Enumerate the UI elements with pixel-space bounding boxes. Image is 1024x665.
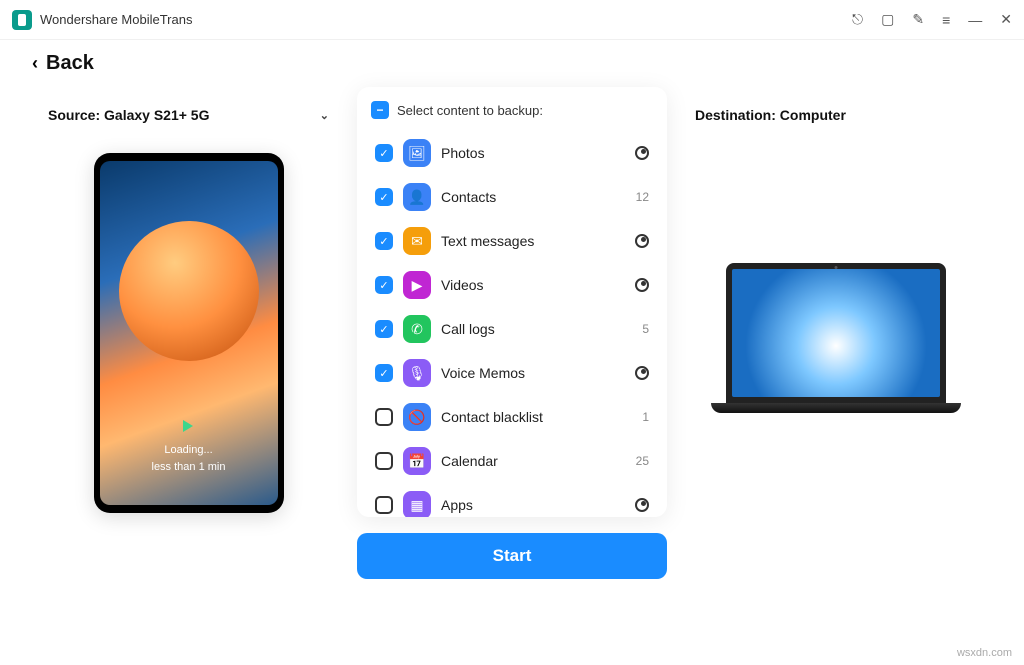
item-label: Contact blacklist [441, 409, 632, 425]
loading-spinner-icon [635, 498, 649, 512]
item-type-icon: ▦ [403, 491, 431, 517]
list-item[interactable]: ✓ 🖼 Photos [371, 131, 653, 175]
item-type-icon: 🎙 [403, 359, 431, 387]
source-dropdown[interactable]: Source: Galaxy S21+ 5G ⌄ [40, 87, 337, 153]
item-checkbox[interactable]: ✓ [375, 320, 393, 338]
minimize-icon[interactable]: — [968, 12, 982, 28]
app-title: Wondershare MobileTrans [40, 12, 852, 27]
menu-icon[interactable]: ≡ [942, 12, 950, 28]
list-item[interactable]: ✓ 🎙 Voice Memos [371, 351, 653, 395]
item-checkbox[interactable]: ✓ [375, 276, 393, 294]
loading-spinner-icon [635, 366, 649, 380]
app-logo-icon [12, 10, 32, 30]
list-item[interactable]: ✓ ▶ Videos [371, 263, 653, 307]
item-checkbox[interactable]: ✓ [375, 364, 393, 382]
item-checkbox[interactable] [375, 408, 393, 426]
back-button[interactable]: ‹ Back [0, 40, 1024, 87]
content-list-card: − Select content to backup: ✓ 🖼 Photos ✓ 👤 Co… [357, 87, 667, 517]
item-count: 1 [642, 410, 649, 424]
loading-spinner-icon [635, 278, 649, 292]
start-button[interactable]: Start [357, 533, 667, 579]
window-controls: ⎋ ▢ ✎ ≡ — ✕ [852, 11, 1012, 28]
item-type-icon: ▶ [403, 271, 431, 299]
item-label: Calendar [441, 453, 626, 469]
list-item[interactable]: ✓ 👤 Contacts 12 [371, 175, 653, 219]
list-item[interactable]: ✓ ✆ Call logs 5 [371, 307, 653, 351]
title-bar: Wondershare MobileTrans ⎋ ▢ ✎ ≡ — ✕ [0, 0, 1024, 40]
eta-text: less than 1 min [152, 459, 226, 476]
destination-panel: Destination: Computer [687, 87, 984, 413]
item-count: 12 [636, 190, 649, 204]
source-phone-illustration: Loading... less than 1 min [94, 153, 284, 513]
loading-spinner-icon [635, 234, 649, 248]
item-label: Apps [441, 497, 625, 513]
select-all-checkbox[interactable]: − [371, 101, 389, 119]
item-count: 5 [642, 322, 649, 336]
item-type-icon: 🖼 [403, 139, 431, 167]
loading-spinner-icon [635, 146, 649, 160]
destination-laptop-illustration [711, 263, 961, 413]
item-checkbox[interactable]: ✓ [375, 188, 393, 206]
feedback-icon[interactable]: ▢ [881, 11, 894, 28]
item-label: Videos [441, 277, 625, 293]
item-checkbox[interactable]: ✓ [375, 144, 393, 162]
edit-icon[interactable]: ✎ [912, 11, 924, 28]
loading-text: Loading... [152, 442, 226, 459]
source-label: Source: Galaxy S21+ 5G [48, 107, 209, 123]
item-type-icon: 🚫 [403, 403, 431, 431]
chevron-left-icon: ‹ [32, 53, 38, 74]
list-item[interactable]: 🚫 Contact blacklist 1 [371, 395, 653, 439]
item-checkbox[interactable] [375, 452, 393, 470]
item-type-icon: 👤 [403, 183, 431, 211]
close-icon[interactable]: ✕ [1000, 11, 1012, 28]
item-checkbox[interactable]: ✓ [375, 232, 393, 250]
item-type-icon: ✆ [403, 315, 431, 343]
list-item[interactable]: ▦ Apps [371, 483, 653, 517]
item-label: Voice Memos [441, 365, 625, 381]
item-label: Photos [441, 145, 625, 161]
list-header-label: Select content to backup: [397, 103, 543, 118]
list-item[interactable]: ✓ ✉ Text messages [371, 219, 653, 263]
item-checkbox[interactable] [375, 496, 393, 514]
account-icon[interactable]: ⎋ [852, 11, 863, 28]
watermark: wsxdn.com [957, 647, 1012, 659]
item-label: Contacts [441, 189, 626, 205]
item-label: Text messages [441, 233, 625, 249]
item-type-icon: ✉ [403, 227, 431, 255]
chevron-down-icon: ⌄ [320, 109, 329, 122]
item-label: Call logs [441, 321, 632, 337]
item-count: 25 [636, 454, 649, 468]
content-list[interactable]: ✓ 🖼 Photos ✓ 👤 Contacts 12 ✓ ✉ Text messages ✓ ▶ Vid… [371, 131, 663, 517]
source-panel: Source: Galaxy S21+ 5G ⌄ Loading... less… [40, 87, 337, 513]
play-icon [183, 420, 193, 432]
list-item[interactable]: 📅 Calendar 25 [371, 439, 653, 483]
back-label: Back [46, 52, 94, 75]
item-type-icon: 📅 [403, 447, 431, 475]
destination-label: Destination: Computer [695, 107, 846, 123]
